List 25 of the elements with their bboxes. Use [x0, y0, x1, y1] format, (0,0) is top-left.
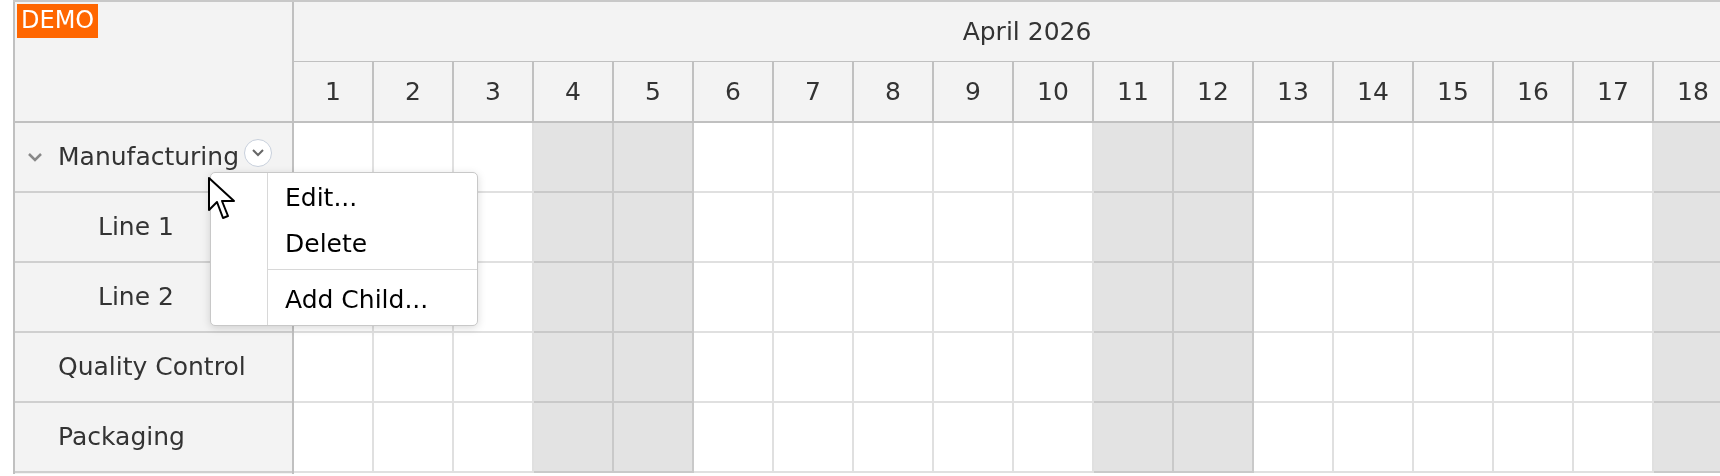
day-header: 13 — [1254, 62, 1334, 121]
day-header: 10 — [1014, 62, 1094, 121]
day-header: 18 — [1654, 62, 1720, 121]
day-header: 14 — [1334, 62, 1414, 121]
resource-name: Manufacturing — [58, 141, 240, 174]
day-header: 12 — [1174, 62, 1254, 121]
demo-badge: DEMO — [17, 4, 99, 38]
day-header: 6 — [694, 62, 774, 121]
day-header: 15 — [1414, 62, 1494, 121]
day-header: 1 — [294, 62, 374, 121]
day-header: 8 — [854, 62, 934, 121]
day-header: 11 — [1094, 62, 1174, 121]
day-header: 2 — [374, 62, 454, 121]
resource-name: Packaging — [58, 421, 185, 454]
resource-name: Quality Control — [58, 351, 246, 384]
resource-name: Line 2 — [98, 281, 174, 314]
day-header: 3 — [454, 62, 534, 121]
day-header: 17 — [1574, 62, 1654, 121]
day-header: 5 — [614, 62, 694, 121]
resource-name: Line 1 — [98, 211, 174, 244]
month-label: April 2026 — [962, 15, 1092, 48]
day-header: 16 — [1494, 62, 1574, 121]
day-header: 7 — [774, 62, 854, 121]
day-header: 4 — [534, 62, 614, 121]
day-header: 9 — [934, 62, 1014, 121]
